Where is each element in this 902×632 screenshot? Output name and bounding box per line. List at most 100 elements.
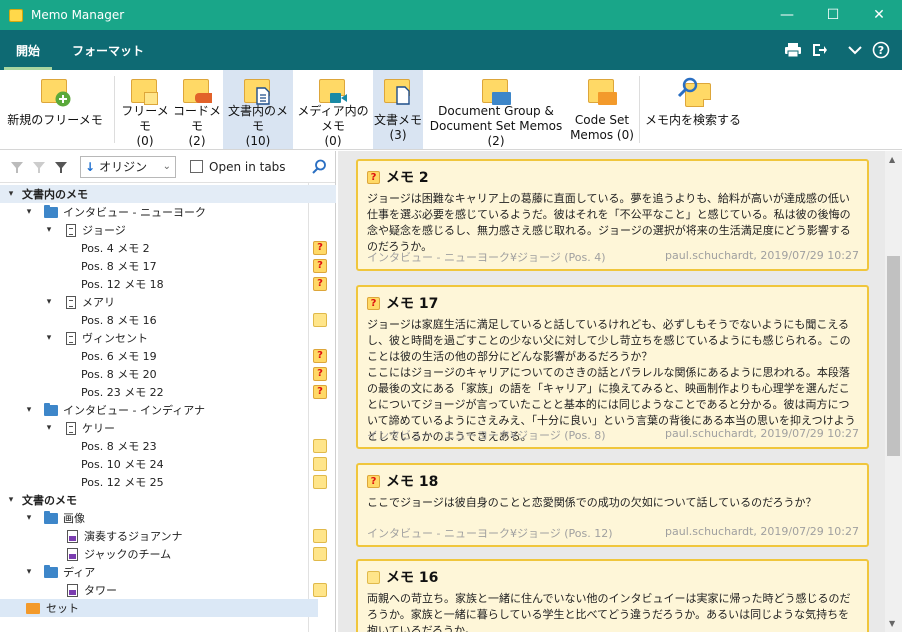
code-set-memo-button[interactable]: Code Set Memos (0)	[569, 70, 635, 149]
question-memo-icon[interactable]: ?	[313, 349, 327, 363]
expand-icon[interactable]: ▾	[6, 495, 16, 505]
tree-memo-item[interactable]: Pos. 10 メモ 24	[0, 455, 336, 473]
expand-icon[interactable]: ▾	[44, 423, 54, 433]
document-icon	[66, 223, 76, 237]
group-memo-icon	[480, 77, 512, 105]
search-memo-icon	[677, 77, 711, 109]
tree-item-set[interactable]: セット	[0, 599, 318, 617]
tree-root-document-memos[interactable]: ▾ 文書のメモ	[0, 491, 336, 509]
search-memo-button[interactable]: メモ内を検索する	[644, 70, 742, 149]
document-inner-memo-button[interactable]: 文書内のメモ (10)	[223, 70, 293, 149]
code-memo-button[interactable]: コードメモ (2)	[171, 70, 223, 149]
tree-memo-item[interactable]: Pos. 8 メモ 20	[0, 365, 336, 383]
tree-doc-kelly[interactable]: ▾ ケリー	[0, 419, 336, 437]
memo-card[interactable]: ? メモ 17 ジョージは家庭生活に満足していると話しているけれども、必ずしもそ…	[356, 285, 869, 449]
export-icon[interactable]	[806, 30, 832, 70]
filter-memo-icon[interactable]	[6, 156, 28, 178]
new-free-memo-label: 新規のフリーメモ	[7, 113, 103, 127]
memo-source[interactable]: インタビュー - ニューヨーク¥ジョージ (Pos. 8)	[367, 427, 606, 443]
memo-icon[interactable]	[313, 439, 327, 453]
tree-image-item[interactable]: ジャックのチーム	[0, 545, 336, 563]
tree-group-indiana[interactable]: ▾ インタビュー - インディアナ	[0, 401, 336, 419]
scroll-up-icon[interactable]: ▲	[889, 155, 895, 164]
document-memo-button[interactable]: 文書メモ (3)	[373, 70, 423, 149]
memo-icon[interactable]	[313, 475, 327, 489]
tab-format[interactable]: フォーマット	[56, 30, 160, 70]
printer-icon[interactable]	[780, 30, 806, 70]
tree-image-item[interactable]: 演奏するジョアンナ	[0, 527, 336, 545]
tree-memo-item[interactable]: Pos. 23 メモ 22	[0, 383, 336, 401]
memo-card[interactable]: メモ 16 両親への苛立ち。家族と一緒に住んでいない他のインタビュイーは実家に帰…	[356, 559, 869, 632]
question-memo-icon[interactable]: ?	[313, 241, 327, 255]
tree-memo-item[interactable]: Pos. 12 メモ 25	[0, 473, 336, 491]
free-memo-button[interactable]: フリーメモ (0)	[119, 70, 171, 149]
tree-root-doc-memos[interactable]: ▾ 文書内のメモ	[0, 185, 336, 203]
expand-icon[interactable]: ▾	[44, 333, 54, 343]
expand-icon[interactable]: ▾	[24, 513, 34, 523]
tree-memo-item[interactable]: Pos. 4 メモ 2	[0, 239, 336, 257]
memo-tree: ▾ 文書内のメモ ▾ インタビュー - ニューヨーク ▾ ジョージ Pos. 4…	[0, 183, 336, 632]
question-memo-icon[interactable]: ?	[313, 259, 327, 273]
tree-group-dia[interactable]: ▾ ディア	[0, 563, 336, 581]
expand-icon[interactable]: ▾	[24, 207, 34, 217]
filter-remove-icon[interactable]	[28, 156, 50, 178]
tree-memo-item[interactable]: Pos. 12 メモ 18	[0, 275, 336, 293]
question-memo-icon: ?	[367, 170, 380, 184]
chevron-down-icon[interactable]	[842, 30, 868, 70]
memo-icon[interactable]	[313, 547, 327, 561]
memo-source[interactable]: インタビュー - ニューヨーク¥ジョージ (Pos. 4)	[367, 249, 606, 265]
tree-group-images[interactable]: ▾ 画像	[0, 509, 336, 527]
question-memo-icon[interactable]: ?	[313, 367, 327, 381]
memo-source[interactable]: インタビュー - ニューヨーク¥ジョージ (Pos. 12)	[367, 525, 613, 541]
tree-doc-vincent[interactable]: ▾ ヴィンセント	[0, 329, 336, 347]
document-memo-count: (3)	[389, 128, 407, 142]
code-memo-count: (2)	[188, 134, 206, 148]
tree-doc-george[interactable]: ▾ ジョージ	[0, 221, 336, 239]
scrollbar-thumb[interactable]	[887, 256, 900, 456]
svg-text:?: ?	[878, 44, 884, 57]
image-icon	[67, 583, 78, 597]
memo-icon[interactable]	[313, 313, 327, 327]
tree-doc-mary[interactable]: ▾ メアリ	[0, 293, 336, 311]
search-memo-label: メモ内を検索する	[644, 113, 741, 127]
document-icon	[66, 295, 76, 309]
document-icon	[66, 421, 76, 435]
expand-icon[interactable]: ▾	[44, 297, 54, 307]
sort-order-select[interactable]: ↓ オリジン ⌄	[80, 155, 176, 178]
memo-icon[interactable]	[313, 457, 327, 471]
minimize-button[interactable]: —	[764, 0, 810, 30]
help-icon[interactable]: ?	[868, 30, 894, 70]
expand-icon[interactable]: ▾	[24, 405, 34, 415]
doc-memo-icon	[242, 77, 274, 105]
tree-memo-item[interactable]: Pos. 6 メモ 19	[0, 347, 336, 365]
free-memo-count: (0)	[136, 134, 154, 148]
media-memo-button[interactable]: メディア内のメモ (0)	[293, 70, 373, 149]
memo-title: メモ 17	[386, 296, 439, 312]
expand-icon[interactable]: ▾	[6, 189, 16, 199]
memo-card[interactable]: ? メモ 18 ここでジョージは彼自身のことと恋愛関係での成功の欠如について話し…	[356, 463, 869, 547]
tree-memo-item[interactable]: Pos. 8 メモ 23	[0, 437, 336, 455]
new-free-memo-button[interactable]: 新規のフリーメモ	[0, 70, 110, 149]
open-in-tabs-checkbox[interactable]	[190, 160, 203, 173]
memo-card[interactable]: ? メモ 2 ジョージは困難なキャリア上の葛藤に直面している。夢を追うよりも、給…	[356, 159, 869, 271]
scroll-down-icon[interactable]: ▼	[889, 619, 895, 628]
question-memo-icon[interactable]: ?	[313, 385, 327, 399]
tree-memo-item[interactable]: Pos. 8 メモ 16	[0, 311, 336, 329]
question-memo-icon[interactable]: ?	[313, 277, 327, 291]
group-set-memo-button[interactable]: Document Group & Document Set Memos (2)	[423, 70, 569, 149]
vertical-scrollbar[interactable]: ▲ ▼	[885, 151, 902, 632]
memo-cards-panel: ? メモ 2 ジョージは困難なキャリア上の葛藤に直面している。夢を追うよりも、給…	[338, 151, 902, 632]
expand-icon[interactable]: ▾	[44, 225, 54, 235]
memo-icon[interactable]	[313, 529, 327, 543]
tree-group-ny[interactable]: ▾ インタビュー - ニューヨーク	[0, 203, 336, 221]
close-button[interactable]: ✕	[856, 0, 902, 30]
tab-start[interactable]: 開始	[0, 30, 56, 70]
question-memo-icon: ?	[367, 474, 380, 488]
tree-memo-item[interactable]: Pos. 8 メモ 17	[0, 257, 336, 275]
expand-icon[interactable]: ▾	[24, 567, 34, 577]
memo-icon[interactable]	[313, 583, 327, 597]
search-icon[interactable]	[309, 157, 329, 177]
maximize-button[interactable]: ☐	[810, 0, 856, 30]
filter-icon[interactable]	[50, 156, 72, 178]
tree-image-item[interactable]: タワー	[0, 581, 336, 599]
